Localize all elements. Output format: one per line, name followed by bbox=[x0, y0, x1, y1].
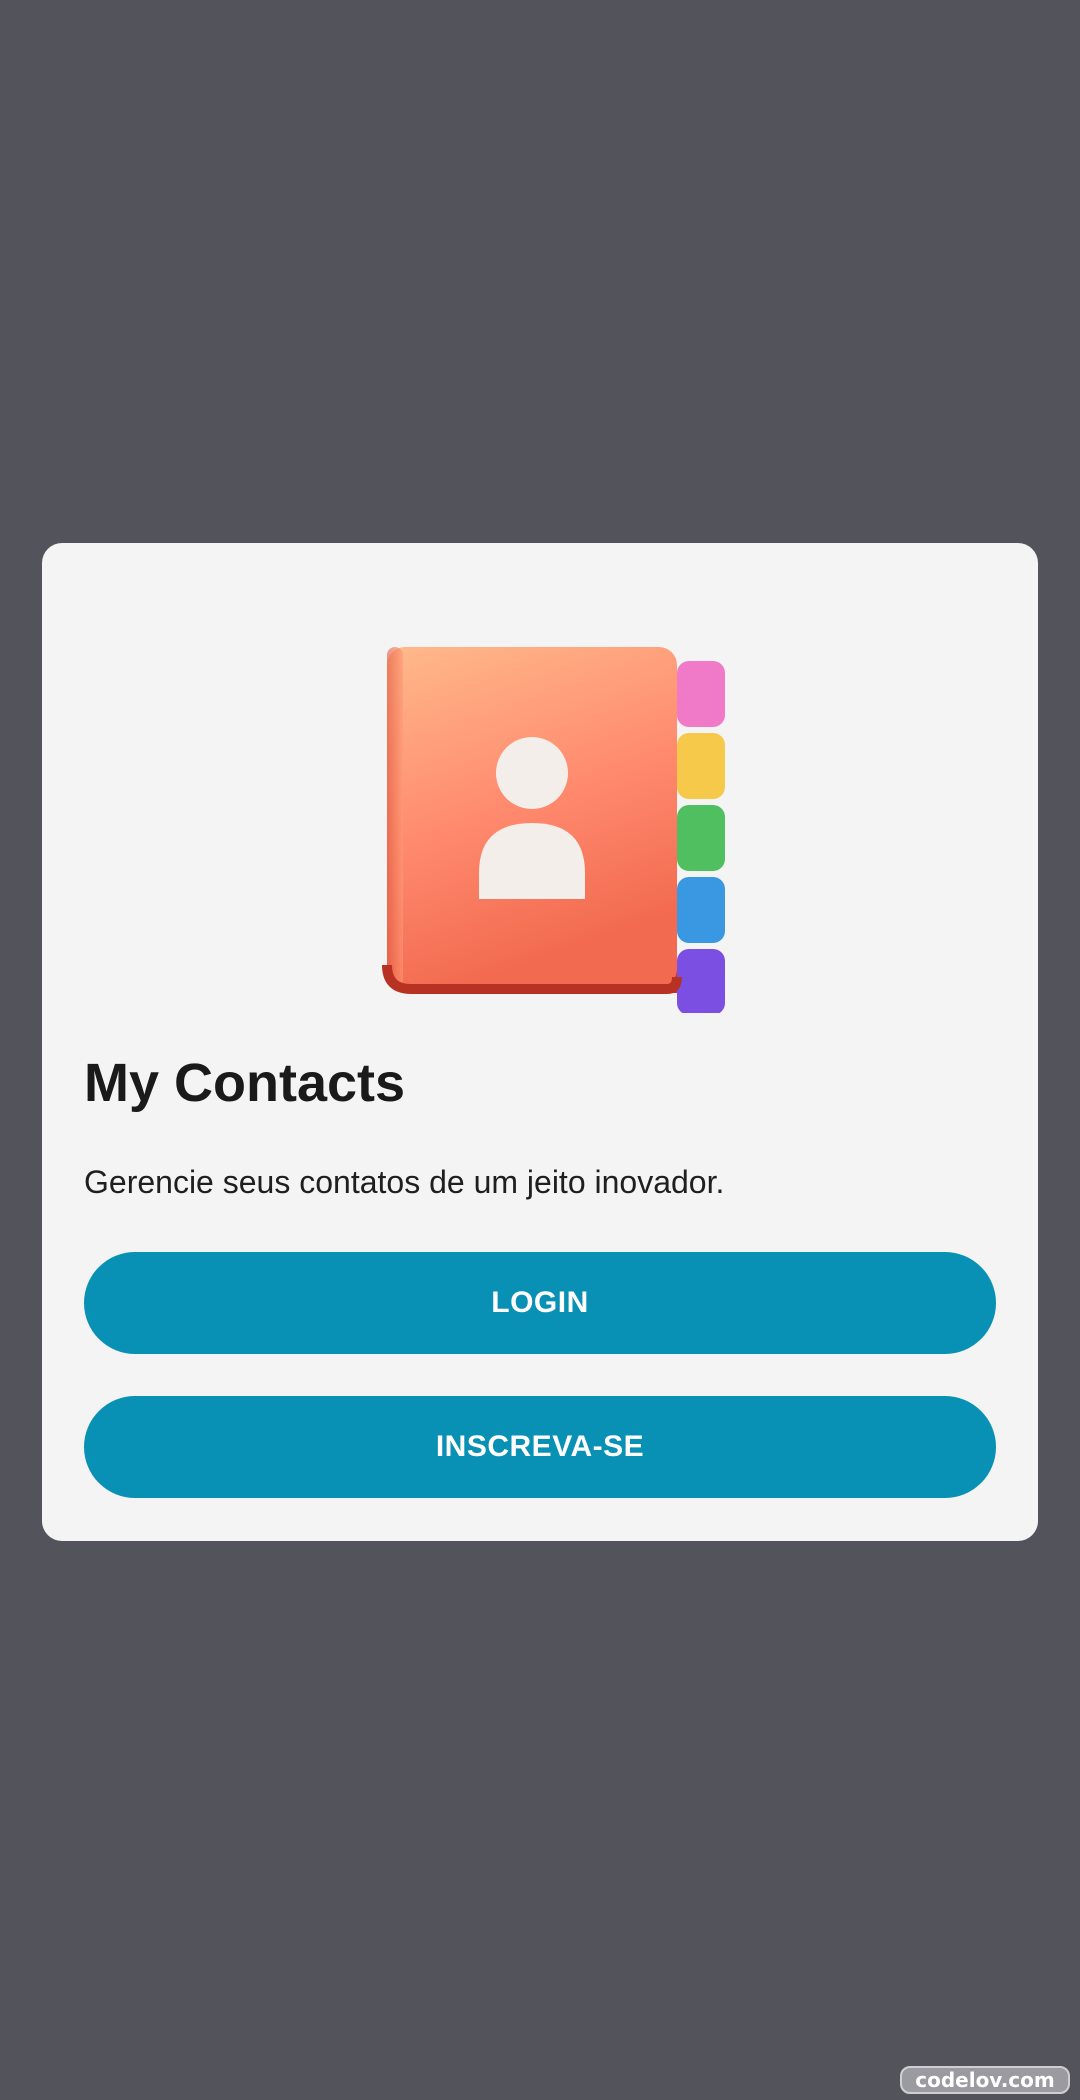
watermark-badge: codelov.com bbox=[900, 2066, 1070, 2094]
tab-pink bbox=[677, 661, 725, 727]
tab-blue bbox=[677, 877, 725, 943]
welcome-card: My Contacts Gerencie seus contatos de um… bbox=[42, 543, 1038, 1541]
signup-button[interactable]: INSCREVA-SE bbox=[84, 1396, 996, 1498]
tab-purple bbox=[677, 949, 725, 1013]
tab-green bbox=[677, 805, 725, 871]
app-subtitle: Gerencie seus contatos de um jeito inova… bbox=[84, 1164, 725, 1200]
app-title: My Contacts bbox=[84, 1053, 406, 1113]
tab-yellow bbox=[677, 733, 725, 799]
login-button[interactable]: LOGIN bbox=[84, 1252, 996, 1354]
address-book-icon bbox=[382, 647, 725, 1013]
